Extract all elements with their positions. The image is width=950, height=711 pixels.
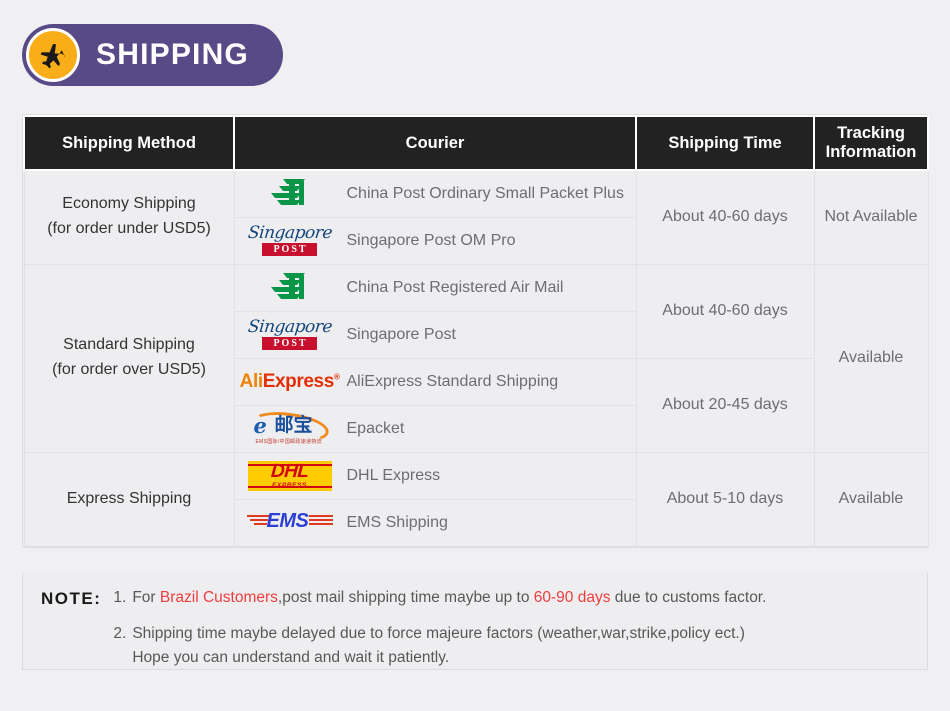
header-row: Shipping Method Courier Shipping Time Tr… xyxy=(23,115,929,171)
note-section: NOTE: 1. For Brazil Customers,post mail s… xyxy=(22,572,928,670)
header-courier: Courier xyxy=(233,115,637,171)
header-shipping-method: Shipping Method xyxy=(23,115,235,171)
china-post-logo xyxy=(269,271,311,305)
header-shipping-time: Shipping Time xyxy=(635,115,815,171)
shipping-time-cell: About 20-45 days xyxy=(635,357,815,453)
courier-name: China Post Registered Air Mail xyxy=(346,278,564,296)
courier-cell: e 邮宝 EMS国际/中国邮政速递物流 Epacket xyxy=(233,404,637,453)
courier-cell: Singapore POST Singapore Post xyxy=(233,310,637,359)
shipping-time-cell: About 40-60 days xyxy=(635,263,815,359)
courier-logo: DHLEXPRESS xyxy=(247,457,333,495)
courier-logo: AliExpress® xyxy=(240,363,340,401)
tracking-info-cell: Available xyxy=(813,451,929,547)
courier-cell: China Post Ordinary Small Packet Plus xyxy=(233,169,637,218)
table-row: Express Shipping DHLEXPRESS DHL Express Abo… xyxy=(23,451,929,547)
tracking-info-cell: Not Available xyxy=(813,169,929,265)
shipping-method-note: (for order over USD5) xyxy=(52,361,206,378)
courier-logo: e 邮宝 EMS国际/中国邮政速递物流 xyxy=(247,407,333,448)
courier-cell: EMS EMS Shipping xyxy=(233,498,637,547)
shipping-method-cell: Express Shipping xyxy=(23,451,235,547)
courier-name: Epacket xyxy=(346,419,405,437)
china-post-logo xyxy=(269,177,311,211)
banner-title: SHIPPING xyxy=(96,38,249,71)
courier-cell: Singapore POST Singapore Post OM Pro xyxy=(233,216,637,265)
note-item: 1. For Brazil Customers,post mail shippin… xyxy=(113,586,766,610)
ems-logo: EMS xyxy=(246,510,333,536)
table-body: Economy Shipping (for order under USD5) Ch… xyxy=(23,169,929,547)
dhl-logo: DHLEXPRESS xyxy=(247,460,332,491)
shipping-info-page: SHIPPING Shipping Method Courier Shippin… xyxy=(0,0,950,711)
courier-logo: Singapore POST xyxy=(247,222,333,260)
shipping-method-cell: Economy Shipping (for order under USD5) xyxy=(23,169,235,265)
singapore-post-logo: Singapore POST xyxy=(246,222,333,257)
note-list: 1. For Brazil Customers,post mail shippin… xyxy=(113,586,766,670)
shipping-table: Shipping Method Courier Shipping Time Tr… xyxy=(23,115,929,547)
note-number: 1. xyxy=(113,589,127,606)
courier-logo: Singapore POST xyxy=(247,316,333,354)
tracking-info-cell: Available xyxy=(813,263,929,453)
shipping-time-cell: About 40-60 days xyxy=(635,169,815,265)
table-row: Standard Shipping (for order over USD5) Ch… xyxy=(23,263,929,453)
note-label: NOTE: xyxy=(41,589,102,608)
table-row: Economy Shipping (for order under USD5) Ch… xyxy=(23,169,929,265)
shipping-method-name: Standard Shipping xyxy=(63,336,195,354)
courier-logo xyxy=(247,269,333,307)
shipping-method-cell: Standard Shipping (for order over USD5) xyxy=(23,263,235,453)
shipping-table-container: Shipping Method Courier Shipping Time Tr… xyxy=(22,114,929,548)
note-text: For Brazil Customers,post mail shipping … xyxy=(132,589,767,606)
shipping-method-note: (for order under USD5) xyxy=(47,220,211,238)
courier-name: DHL Express xyxy=(346,466,441,484)
aliexpress-logo: AliExpress® xyxy=(239,371,340,392)
courier-name: EMS Shipping xyxy=(346,513,448,531)
note-number: 2. xyxy=(113,625,127,643)
shipping-method-name: Express Shipping xyxy=(66,489,192,507)
shipping-method-name: Economy Shipping xyxy=(62,195,196,213)
courier-cell: AliExpress® AliExpress Standard Shipping xyxy=(233,357,637,406)
table-header: Shipping Method Courier Shipping Time Tr… xyxy=(23,115,929,171)
shipping-time-cell: About 5-10 days xyxy=(635,451,815,547)
courier-name: AliExpress Standard Shipping xyxy=(346,372,559,390)
courier-name: Singapore Post OM Pro xyxy=(346,231,516,249)
note-item: 2. Shipping time maybe delayed due to for… xyxy=(113,622,766,670)
note-text: Shipping time maybe delayed due to force… xyxy=(132,625,745,667)
airplane-icon xyxy=(26,28,80,82)
shipping-banner: SHIPPING xyxy=(22,24,283,86)
courier-cell: China Post Registered Air Mail xyxy=(233,263,637,312)
courier-cell: DHLEXPRESS DHL Express xyxy=(233,451,637,500)
courier-name: China Post Ordinary Small Packet Plus xyxy=(346,185,624,203)
courier-logo xyxy=(247,175,333,213)
epacket-logo: e 邮宝 EMS国际/中国邮政速递物流 xyxy=(248,407,332,447)
courier-logo: EMS xyxy=(246,504,333,542)
header-tracking-information: Tracking Information xyxy=(813,115,929,171)
courier-name: Singapore Post xyxy=(346,325,456,343)
singapore-post-logo: Singapore POST xyxy=(246,316,333,351)
